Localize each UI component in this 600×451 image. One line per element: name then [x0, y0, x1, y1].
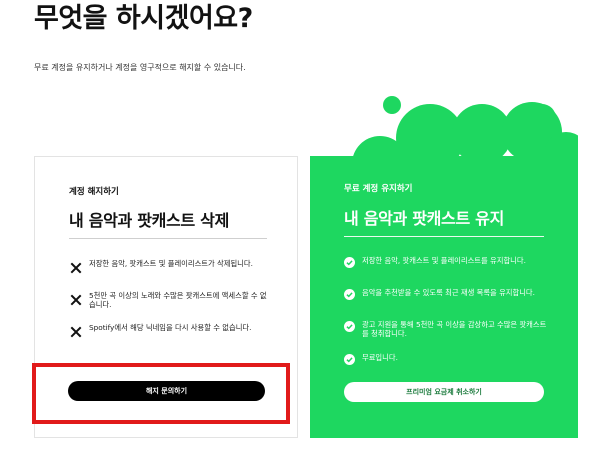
x-icon: [70, 294, 82, 306]
cancel-premium-button[interactable]: 프리미엄 요금제 취소하기: [344, 382, 544, 402]
list-item: 저장한 음악, 팟캐스트 및 플레이리스트가 삭제됩니다.: [69, 259, 273, 275]
delete-card-kicker: 계정 해지하기: [69, 187, 119, 197]
divider: [69, 238, 267, 239]
list-item: Spotify에서 해당 닉네임을 다시 사용할 수 없습니다.: [69, 323, 273, 339]
list-item-text: 저장한 음악, 팟캐스트 및 플레이리스트가 삭제됩니다.: [89, 259, 253, 268]
check-circle-icon: [344, 257, 355, 268]
list-item: 저장한 음악, 팟캐스트 및 플레이리스트를 유지합니다.: [344, 256, 548, 268]
list-item: 광고 지원을 통해 5천만 곡 이상을 감상하고 수많은 팟캐스트를 청취합니다…: [344, 320, 548, 338]
list-item-text: 음악을 추천받을 수 있도록 최근 재생 목록을 유지합니다.: [362, 288, 535, 297]
keep-card-kicker: 무료 계정 유지하기: [344, 184, 413, 194]
keep-free-account-card: 무료 계정 유지하기 내 음악과 팟캐스트 유지 저장한 음악, 팟캐스트 및 …: [310, 156, 578, 438]
list-item-text: Spotify에서 해당 닉네임을 다시 사용할 수 없습니다.: [89, 323, 252, 332]
x-icon: [70, 326, 82, 338]
divider: [344, 236, 544, 237]
list-item: 5천만 곡 이상의 노래와 수많은 팟캐스트에 액세스할 수 없습니다.: [69, 291, 273, 309]
page-subtitle: 무료 계정을 유지하거나 계정을 영구적으로 해지할 수 있습니다.: [34, 63, 246, 72]
list-item: 무료입니다.: [344, 353, 548, 365]
list-item-text: 5천만 곡 이상의 노래와 수많은 팟캐스트에 액세스할 수 없습니다.: [89, 291, 267, 309]
list-item-text: 저장한 음악, 팟캐스트 및 플레이리스트를 유지합니다.: [362, 256, 526, 265]
list-item: 음악을 추천받을 수 있도록 최근 재생 목록을 유지합니다.: [344, 288, 548, 300]
list-item-text: 무료입니다.: [362, 353, 398, 362]
delete-card-headline: 내 음악과 팟캐스트 삭제: [69, 211, 230, 230]
check-circle-icon: [344, 289, 355, 300]
keep-card-headline: 내 음악과 팟캐스트 유지: [344, 209, 505, 228]
check-circle-icon: [344, 321, 355, 332]
contact-cancellation-button[interactable]: 해지 문의하기: [68, 381, 265, 401]
check-circle-icon: [344, 354, 355, 365]
list-item-text: 광고 지원을 통해 5천만 곡 이상을 감상하고 수많은 팟캐스트를 청취합니다…: [362, 320, 547, 338]
x-icon: [70, 262, 82, 274]
page-title: 무엇을 하시겠어요?: [34, 3, 253, 34]
